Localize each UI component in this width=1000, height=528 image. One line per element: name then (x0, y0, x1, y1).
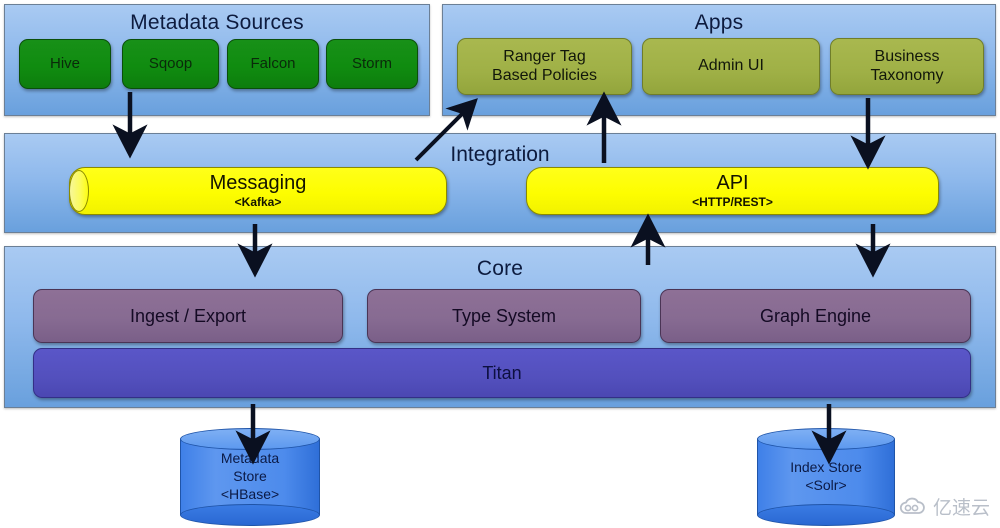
node-titan[interactable]: Titan (33, 348, 971, 398)
node-admin-ui[interactable]: Admin UI (642, 38, 820, 95)
store-metadata-line1: Metadata (220, 450, 280, 467)
store-index-store[interactable]: Index Store <Solr> (757, 428, 895, 526)
store-metadata-line2: Store (233, 468, 267, 485)
node-business-taxonomy-line2: Taxonomy (870, 66, 944, 84)
watermark-text: 亿速云 (932, 497, 990, 519)
pipe-api[interactable]: API <HTTP/REST> (526, 167, 939, 215)
pipe-messaging[interactable]: Messaging <Kafka> (69, 167, 447, 215)
node-falcon-label: Falcon (250, 55, 296, 73)
panel-integration: Integration Messaging <Kafka> API <HTTP/… (4, 133, 996, 233)
node-admin-ui-label: Admin UI (698, 57, 764, 75)
node-falcon[interactable]: Falcon (227, 39, 319, 89)
panel-core-title: Core (476, 257, 524, 280)
panel-metadata-sources: Metadata Sources Hive Sqoop Falcon Storm (4, 4, 430, 116)
node-ingest-export-label: Ingest / Export (129, 305, 247, 326)
store-metadata-store[interactable]: Metadata Store <HBase> (180, 428, 320, 526)
node-ranger-line1: Ranger Tag (503, 48, 586, 66)
pipe-api-label: API (716, 172, 749, 194)
node-graph-engine[interactable]: Graph Engine (660, 289, 971, 343)
store-index-line2: <Solr> (805, 477, 847, 493)
node-titan-label: Titan (482, 362, 522, 383)
store-index-line1: Index Store (790, 459, 862, 476)
node-sqoop[interactable]: Sqoop (122, 39, 219, 89)
panel-apps-title: Apps (694, 11, 744, 34)
cylinder-cap-icon (69, 170, 89, 212)
pipe-api-sub: <HTTP/REST> (692, 195, 773, 209)
node-storm[interactable]: Storm (326, 39, 418, 89)
node-hive-label: Hive (49, 55, 80, 73)
pipe-messaging-sub: <Kafka> (234, 195, 282, 209)
node-business-taxonomy[interactable]: Business Taxonomy (830, 38, 984, 95)
panel-apps: Apps Ranger Tag Based Policies Admin UI … (442, 4, 996, 116)
panel-metadata-sources-title: Metadata Sources (130, 11, 304, 34)
node-ingest-export[interactable]: Ingest / Export (33, 289, 343, 343)
store-metadata-line3: <HBase> (220, 485, 280, 502)
node-sqoop-label: Sqoop (148, 55, 193, 73)
node-hive[interactable]: Hive (19, 39, 111, 89)
cloud-icon (899, 497, 925, 514)
watermark: 亿速云 (897, 493, 990, 520)
pipe-messaging-label: Messaging (209, 172, 307, 194)
panel-integration-title: Integration (450, 143, 550, 166)
node-ranger-line2: Based Policies (492, 66, 597, 84)
node-graph-engine-label: Graph Engine (759, 305, 872, 326)
node-type-system-label: Type System (451, 305, 557, 326)
node-type-system[interactable]: Type System (367, 289, 641, 343)
store-metadata-store-text: Metadata Store <HBase> (180, 428, 320, 526)
node-ranger-tag-based-policies[interactable]: Ranger Tag Based Policies (457, 38, 632, 95)
diagram-canvas: Metadata Sources Hive Sqoop Falcon Storm… (0, 0, 1000, 528)
panel-core: Core Ingest / Export Type System Graph E… (4, 246, 996, 408)
node-business-taxonomy-line1: Business (874, 48, 940, 66)
node-storm-label: Storm (351, 55, 392, 73)
store-index-store-text: Index Store <Solr> (757, 428, 895, 526)
